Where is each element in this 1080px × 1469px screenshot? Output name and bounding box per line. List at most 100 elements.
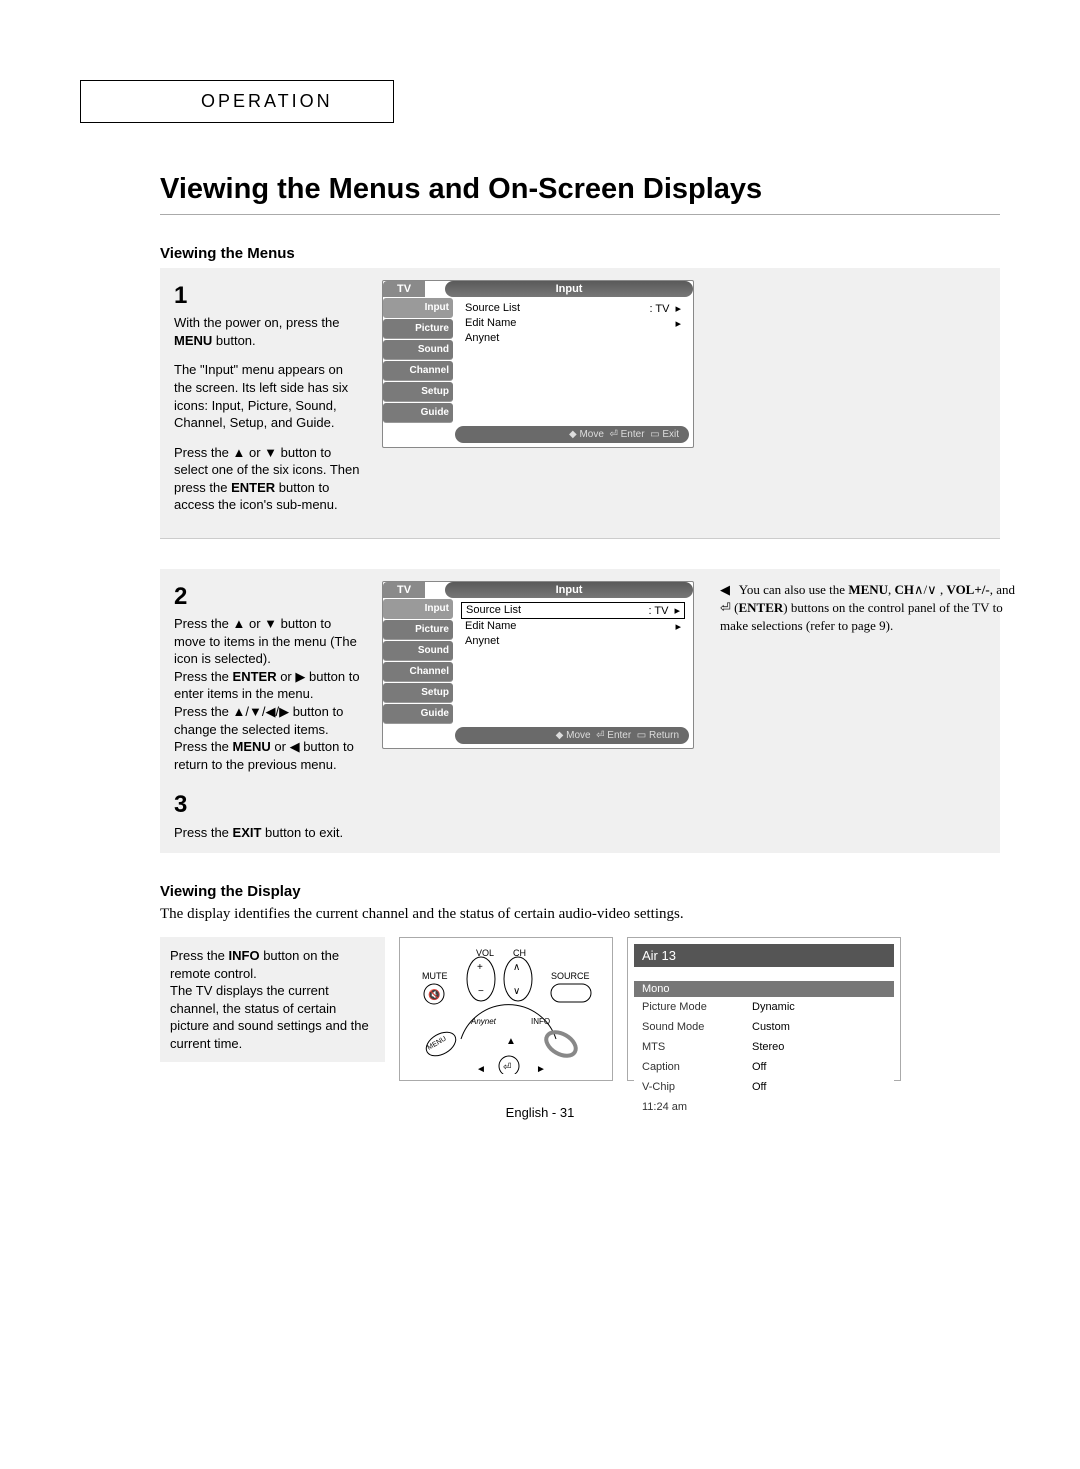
step3-p1b: EXIT: [233, 825, 262, 840]
sn-1c: ,: [888, 582, 891, 597]
osd-row3-label: Anynet: [465, 332, 499, 344]
osd-foot2-enter: Enter: [607, 730, 631, 741]
display-left-text: Press the INFO button on the remote cont…: [160, 937, 385, 1062]
dl-d: The TV displays the current channel, the…: [170, 982, 375, 1052]
osd2-tab-picture: Picture: [383, 620, 453, 640]
dpad-left-icon: ◄: [476, 1064, 486, 1074]
osd2-title: Input: [445, 582, 693, 598]
display-block: Press the INFO button on the remote cont…: [160, 937, 1000, 1081]
step-block-1: 1 With the power on, press the MENU butt…: [160, 268, 1000, 539]
osd2-row2-label: Edit Name: [465, 620, 516, 633]
step2-p2a: Press the: [174, 669, 233, 684]
osd2-tv-label: TV: [383, 582, 425, 598]
osd2-content: Source List : TV Edit Name Anynet: [453, 598, 693, 725]
osd-screenshot-1: TV Input Input Picture Sound Channel Set…: [382, 280, 702, 526]
sn-2d: , and: [990, 582, 1015, 597]
remote-illustration: VOL CH MUTE SOURCE 🔇 +− ∧∨ Anynet INFO M…: [399, 937, 613, 1081]
osd-row2-label: Edit Name: [465, 317, 516, 330]
sn-1a: You can also use the: [739, 582, 849, 597]
mute-glyph: 🔇: [428, 988, 440, 1001]
osd-foot2-exit: Return: [649, 730, 679, 741]
remote-ch-label: CH: [513, 948, 526, 958]
svg-text:∨: ∨: [513, 986, 520, 997]
osd-tab-guide: Guide: [383, 403, 453, 423]
sn-enter-icon: ⏎: [720, 600, 731, 615]
step-block-2: 2 Press the ▲ or ▼ button to move to ite…: [160, 569, 1000, 853]
step2-p4a: Press the: [174, 739, 233, 754]
info-v0: Dynamic: [752, 1001, 795, 1013]
sn-2b: ,: [937, 582, 947, 597]
operation-tab: OPERATION: [80, 80, 394, 123]
osd2-row1-value: : TV: [648, 604, 680, 617]
osd2-row1-label: Source List: [466, 604, 521, 617]
svg-text:+: +: [477, 962, 483, 973]
title-underline: [160, 214, 1000, 215]
info-k1: Sound Mode: [642, 1021, 752, 1033]
svg-text:∧: ∧: [513, 962, 520, 973]
step1-number: 1: [174, 280, 364, 312]
dpad-up-icon: ▲: [506, 1036, 516, 1047]
step2-p4b: MENU: [233, 739, 271, 754]
info-v3: Off: [752, 1061, 766, 1073]
osd-footer-2: ◆ Move ⏎ Enter ▭ Return: [455, 727, 689, 744]
info-k3: Caption: [642, 1061, 752, 1073]
sn-2a: CH: [895, 582, 915, 597]
osd-tv-label: TV: [383, 281, 425, 297]
info-panel: Air 13 Mono Picture ModeDynamic Sound Mo…: [627, 937, 901, 1081]
step1-p2: The "Input" menu appears on the screen. …: [174, 361, 364, 431]
osd-tab-setup: Setup: [383, 382, 453, 402]
step2-p2b: ENTER: [233, 669, 277, 684]
osd-content: Source List: TV Edit Name Anynet: [453, 297, 693, 424]
info-k0: Picture Mode: [642, 1001, 752, 1013]
step2-number: 2: [174, 581, 364, 613]
info-header: Air 13: [634, 944, 894, 967]
svg-text:−: −: [478, 986, 484, 997]
sn-2c: VOL+/-: [946, 582, 989, 597]
step2-text: 2 Press the ▲ or ▼ button to move to ite…: [174, 581, 364, 841]
step3-p1c: button to exit.: [261, 825, 343, 840]
source-button-icon: [551, 984, 591, 1002]
remote-vol-label: VOL: [476, 948, 494, 958]
sn-3b: ENTER: [739, 600, 784, 615]
dl-a: Press the: [170, 948, 229, 963]
step1-text: 1 With the power on, press the MENU butt…: [174, 280, 364, 526]
step3-number: 3: [174, 789, 364, 821]
info-k2: MTS: [642, 1041, 752, 1053]
osd-sidebar: Input Picture Sound Channel Setup Guide: [383, 297, 453, 424]
osd-foot2-move: Move: [566, 730, 590, 741]
osd-row2-arrow: [669, 317, 681, 330]
info-grid: Picture ModeDynamic Sound ModeCustom MTS…: [634, 997, 894, 1117]
osd2-tab-setup: Setup: [383, 683, 453, 703]
step2-p1: Press the ▲ or ▼ button to move to items…: [174, 616, 357, 666]
info-v1: Custom: [752, 1021, 790, 1033]
osd-foot1-exit: Exit: [662, 429, 679, 440]
osd-tab-picture: Picture: [383, 319, 453, 339]
remote-source-label: SOURCE: [551, 971, 590, 981]
step1-p3b: ENTER: [231, 480, 275, 495]
sn-1b: MENU: [848, 582, 888, 597]
osd2-row3-label: Anynet: [465, 635, 499, 647]
section-viewing-menus: Viewing the Menus: [160, 245, 1000, 262]
page-title: Viewing the Menus and On-Screen Displays: [160, 173, 1000, 206]
osd-row1-label: Source List: [465, 302, 520, 315]
osd-tab-input: Input: [383, 298, 453, 318]
section-viewing-display: Viewing the Display: [160, 883, 1000, 900]
step1-p1c: button.: [212, 333, 255, 348]
osd2-tab-sound: Sound: [383, 641, 453, 661]
operation-label: OPERATION: [201, 91, 333, 111]
osd-foot1-enter: Enter: [621, 429, 645, 440]
osd2-sidebar: Input Picture Sound Channel Setup Guide: [383, 598, 453, 725]
info-v4: Off: [752, 1081, 766, 1093]
info-button-highlight: [542, 1027, 580, 1060]
display-intro: The display identifies the current chann…: [160, 906, 1000, 923]
osd-foot1-move: Move: [579, 429, 603, 440]
osd2-row2-arrow: [669, 620, 681, 633]
step2-p3: Press the ▲/▼/◀/▶ button to change the s…: [174, 704, 343, 737]
remote-info-label: INFO: [531, 1017, 550, 1026]
info-sub: Mono: [634, 981, 894, 997]
osd-tab-channel: Channel: [383, 361, 453, 381]
osd2-tab-input: Input: [383, 599, 453, 619]
osd-tab-sound: Sound: [383, 340, 453, 360]
info-v2: Stereo: [752, 1041, 784, 1053]
info-k4: V-Chip: [642, 1081, 752, 1093]
